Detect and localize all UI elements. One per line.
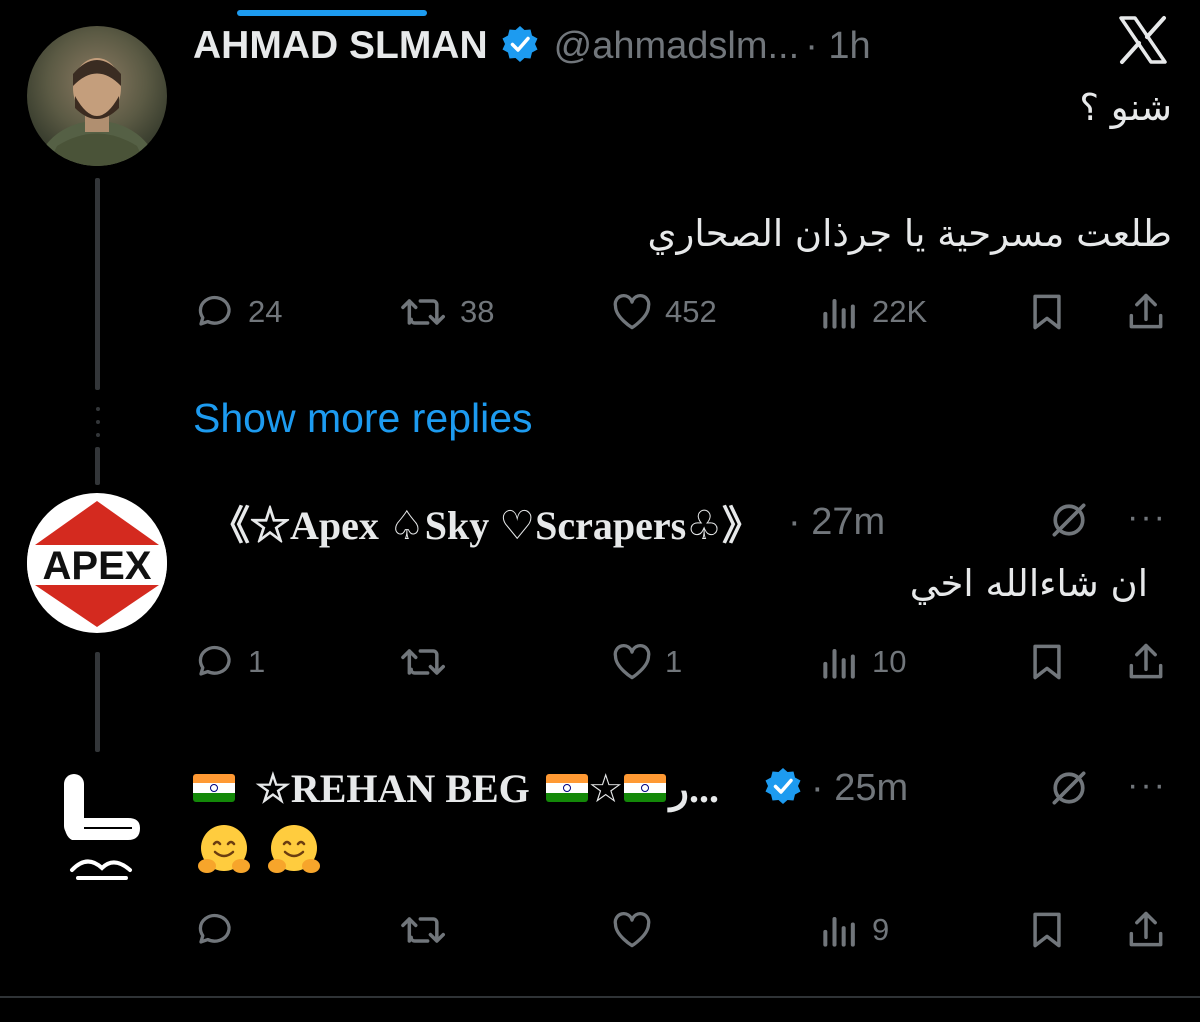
tweet-header: ☆REHAN BEG ☆ ر... · 25m (193, 760, 908, 816)
tweet-time[interactable]: · 25m (811, 767, 908, 810)
bookmark-button[interactable] (1025, 290, 1069, 334)
repost-button[interactable]: 38 (398, 290, 494, 334)
thread-line (95, 447, 100, 485)
repost-icon (401, 917, 445, 943)
tweet-time[interactable]: · 1h (805, 25, 870, 68)
tweet-text (196, 822, 336, 878)
more-icon[interactable]: ··· (1127, 498, 1167, 537)
repost-button[interactable] (398, 640, 450, 684)
avatar-apex[interactable]: APEX (27, 493, 167, 633)
views-button[interactable]: 9 (818, 908, 889, 952)
apex-logo: APEX (27, 501, 167, 627)
hug-emoji-icon (268, 825, 320, 873)
grok-icon[interactable] (1047, 498, 1091, 547)
share-button[interactable] (1124, 640, 1168, 684)
like-button[interactable]: 1 (609, 640, 682, 684)
like-button[interactable] (609, 908, 655, 952)
share-icon (1129, 643, 1163, 679)
views-icon (823, 648, 855, 679)
like-count: 1 (665, 644, 683, 679)
tweet-header: AHMAD SLMAN @ahmadslm... · 1h (193, 22, 871, 70)
view-count: 22K (872, 294, 928, 329)
india-flag-icon (623, 774, 666, 802)
views-icon (823, 298, 855, 329)
tweet-text-line1: شنو ؟ (1079, 86, 1172, 129)
share-button[interactable] (1124, 908, 1168, 952)
like-icon (613, 644, 651, 680)
tweet-time[interactable]: · 27m (788, 501, 885, 544)
author-name[interactable]: AHMAD SLMAN (193, 24, 488, 68)
avatar-rehan[interactable] (42, 770, 152, 890)
verified-badge-icon (500, 24, 540, 69)
divider (0, 996, 1200, 998)
raised-finger-avatar (64, 774, 140, 880)
bookmark-icon (1033, 294, 1061, 330)
bookmark-button[interactable] (1025, 908, 1069, 952)
bookmark-button[interactable] (1025, 640, 1069, 684)
verified-badge-icon (763, 766, 803, 811)
thread-line (95, 178, 100, 390)
india-flag-icon (193, 774, 235, 802)
repost-count: 38 (460, 294, 495, 329)
reply-button[interactable] (194, 908, 238, 952)
view-count: 10 (872, 644, 907, 679)
repost-icon (401, 299, 445, 325)
like-icon (613, 294, 651, 330)
author-name[interactable]: 《☆Apex ♤Sky ♡Scrapers♧》 (210, 493, 762, 551)
tweet-text: ان شاءالله اخي (909, 562, 1148, 605)
views-icon (823, 916, 855, 947)
share-icon (1129, 293, 1163, 329)
india-flag-icon (545, 774, 588, 802)
apex-logo-text: APEX (43, 544, 152, 588)
bookmark-icon (1033, 912, 1061, 948)
thread-line (95, 652, 100, 752)
avatar-photo (36, 58, 158, 166)
author-handle[interactable]: @ahmadslm... (554, 25, 800, 68)
share-button[interactable] (1124, 290, 1168, 334)
repost-icon (401, 649, 445, 675)
author-name-star: ☆ (587, 765, 624, 811)
grok-icon[interactable] (1047, 766, 1091, 815)
x-logo-icon[interactable] (1117, 14, 1169, 66)
views-button[interactable]: 22K (818, 290, 927, 334)
author-name[interactable]: ☆REHAN BEG (255, 765, 530, 812)
thread-gap-dot (96, 433, 100, 437)
author-name-truncated: ر... (669, 765, 719, 811)
share-icon (1129, 911, 1163, 947)
reply-button[interactable]: 24 (194, 290, 282, 334)
like-button[interactable]: 452 (609, 290, 717, 334)
more-icon[interactable]: ··· (1127, 766, 1167, 805)
tweet-text-line2: طلعت مسرحية يا جرذان الصحاري (647, 212, 1172, 255)
top-progress-indicator (237, 10, 427, 16)
reply-icon (198, 295, 231, 326)
view-count: 9 (872, 912, 890, 947)
thread-gap-dot (96, 407, 100, 411)
views-button[interactable]: 10 (818, 640, 906, 684)
show-more-replies-link[interactable]: Show more replies (193, 395, 533, 442)
reply-button[interactable]: 1 (194, 640, 265, 684)
thread-gap-dot (96, 420, 100, 424)
reply-icon (198, 913, 231, 944)
repost-button[interactable] (398, 908, 450, 952)
bookmark-icon (1033, 644, 1061, 680)
avatar-ahmad[interactable] (27, 26, 167, 166)
like-count: 452 (665, 294, 717, 329)
tweet-header: 《☆Apex ♤Sky ♡Scrapers♧》 · 27m (210, 494, 885, 550)
hug-emoji-icon (198, 825, 250, 873)
like-icon (613, 912, 651, 948)
reply-icon (198, 645, 231, 676)
reply-count: 24 (248, 294, 283, 329)
reply-count: 1 (248, 644, 266, 679)
